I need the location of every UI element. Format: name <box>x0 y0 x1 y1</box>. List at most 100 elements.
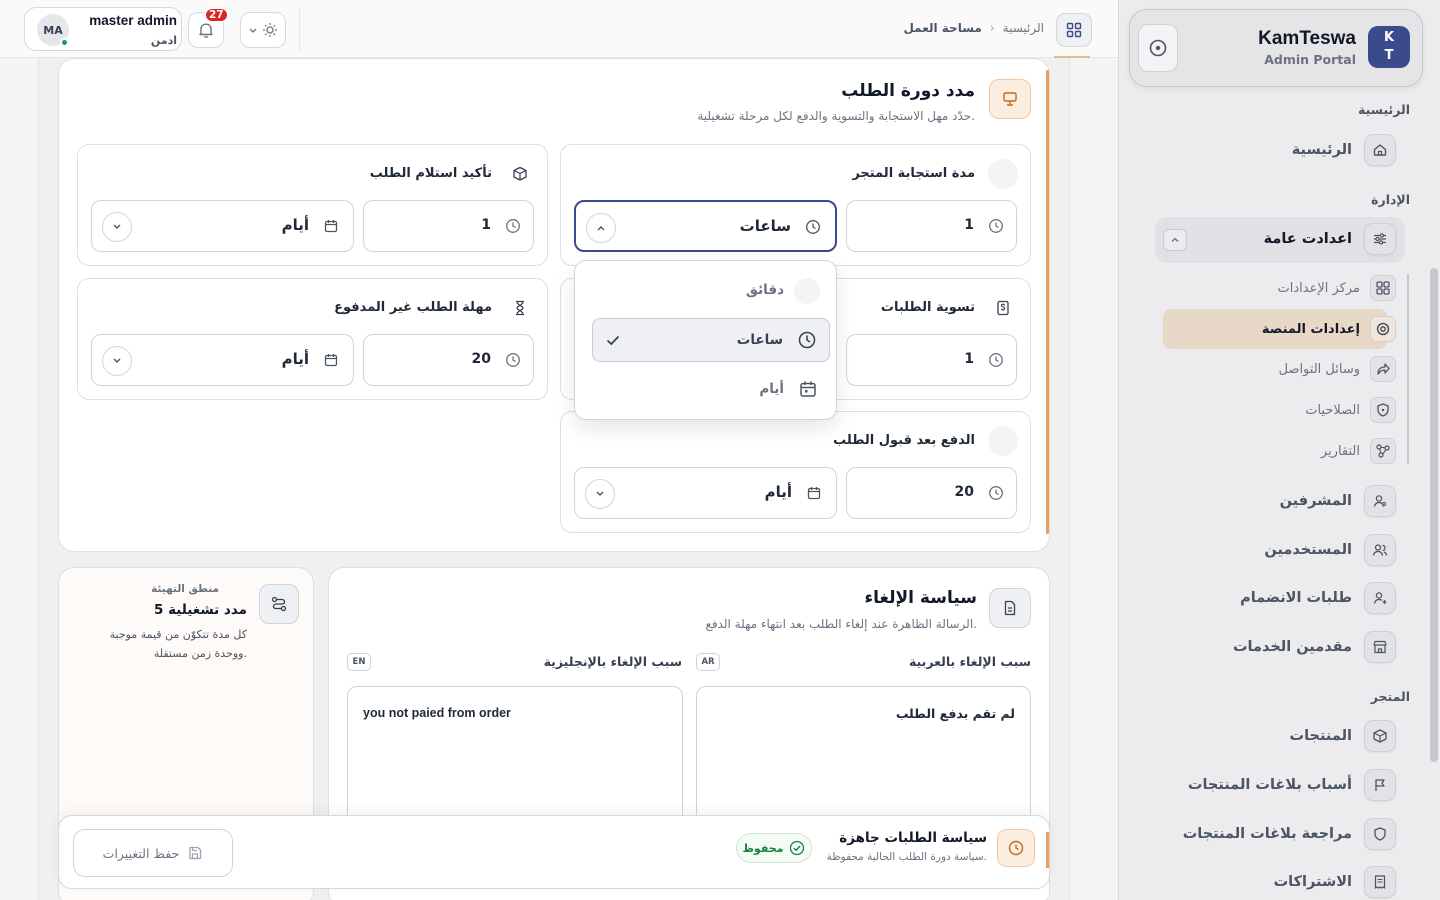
save-changes-button[interactable]: حفظ التغييرات <box>73 829 233 877</box>
sidebar-item-supervisors[interactable]: المشرفين <box>1280 484 1396 518</box>
sidebar-item-label: الرئيسية <box>1291 142 1352 158</box>
breadcrumb-home-link[interactable]: الرئيسية <box>1003 21 1044 35</box>
payment-after-accept-value-input[interactable]: 20 <box>846 467 1017 519</box>
sidebar-item-general-settings[interactable]: اعدادت عامة <box>1264 222 1396 256</box>
online-status-dot <box>60 38 69 47</box>
chevron-down-icon[interactable] <box>102 346 132 376</box>
en-reason-text: you not paied from order <box>363 706 511 720</box>
settlement-value-input[interactable]: 1 <box>846 334 1017 386</box>
notification-count-badge: 27 <box>204 7 229 23</box>
breadcrumb-separator: › <box>989 21 995 35</box>
sidebar-item-label: اعدادت عامة <box>1263 231 1352 247</box>
save-bar-accent <box>1046 832 1049 868</box>
sidebar-item-label: أسباب بلاغات المنتجات <box>1187 777 1352 793</box>
dropdown-option-label: دقائق <box>745 282 784 298</box>
dropdown-option-minutes[interactable]: دقائق <box>592 269 830 313</box>
sidebar-subitem-label: وسائل التواصل <box>1278 361 1360 377</box>
ar-reason-textarea[interactable]: لم تقم بدفع الطلب <box>696 686 1031 836</box>
grid-icon <box>1370 275 1396 301</box>
settings-icon <box>1370 316 1396 342</box>
en-language-tag: EN <box>347 653 371 671</box>
sidebar-subitem-social[interactable]: وسائل التواصل <box>1279 354 1396 384</box>
order-confirm-unit-select[interactable]: أيام <box>91 200 354 252</box>
sidebar-subitem-label: إعدادات المنصة <box>1261 321 1360 337</box>
workspace-button[interactable] <box>1056 13 1092 47</box>
ar-reason-text: لم تقم بدفع الطلب <box>895 706 1015 721</box>
bell-icon <box>197 21 215 39</box>
brand-logo[interactable]: K T <box>1368 26 1410 68</box>
dropdown-option-hours[interactable]: ساعات <box>592 318 830 362</box>
unpaid-grace-title: مهلة الطلب غير المدفوع <box>334 300 492 315</box>
store-response-title: مدة استجابة المتجر <box>852 166 975 181</box>
sidebar-item-label: الاشتراكات <box>1273 874 1352 890</box>
sidebar-scrollbar[interactable] <box>1430 268 1438 762</box>
store-response-value-input[interactable]: 1 <box>846 200 1017 252</box>
sidebar-item-products[interactable]: المنتجات <box>1290 719 1396 753</box>
brand-logo-letter-k: K <box>1383 30 1395 45</box>
money-icon <box>988 293 1018 323</box>
sidebar-item-join-requests[interactable]: طلبات الانضمام <box>1240 581 1396 615</box>
check-circle-icon <box>789 840 805 856</box>
save-icon <box>187 845 203 861</box>
grid-icon <box>1065 21 1083 39</box>
clock-icon <box>988 352 1004 368</box>
logic-desc-line1: كل مدة تتكوّن من قيمة موجبة <box>109 628 247 641</box>
box-icon <box>1364 720 1396 752</box>
chevron-down-icon <box>248 27 258 35</box>
sidebar-item-label: مراجعة بلاغات المنتجات <box>1182 826 1352 842</box>
clock-icon <box>988 218 1004 234</box>
save-bar-subtitle: سياسة دورة الطلب الحالية محفوظة. <box>826 851 987 863</box>
sidebar-subitem-permissions[interactable]: الصلاحيات <box>1305 395 1396 425</box>
sidebar-item-subscriptions[interactable]: الاشتراكات <box>1274 865 1396 899</box>
clock-icon <box>505 218 521 234</box>
receipt-icon <box>1364 866 1396 898</box>
save-changes-label: حفظ التغييرات <box>102 845 180 861</box>
calendar-icon <box>323 352 339 368</box>
clock-icon <box>505 352 521 368</box>
sidebar-toggle-button[interactable] <box>1138 24 1178 72</box>
cancel-policy-subtitle: الرسالة الظاهرة عند إلغاء الطلب بعد انته… <box>705 617 977 631</box>
brand-subtitle: Admin Portal <box>1264 52 1356 67</box>
user-add-icon <box>1364 582 1396 614</box>
store-response-unit-select[interactable]: ساعات <box>574 200 837 252</box>
section-title-store: المتجر <box>1370 689 1410 704</box>
graph-icon <box>1370 438 1396 464</box>
dropdown-option-days[interactable]: أيام <box>592 368 830 412</box>
order-confirm-unit: أيام <box>281 216 309 234</box>
order-confirm-value-input[interactable]: 1 <box>363 200 534 252</box>
sidebar-item-label: المنتجات <box>1289 728 1352 744</box>
sidebar: K T KamTeswa Admin Portal الرئيسية الرئي… <box>1118 0 1440 900</box>
theme-toggle-button[interactable] <box>240 12 286 48</box>
unpaid-grace-unit-select[interactable]: أيام <box>91 334 354 386</box>
sidebar-subitem-reports[interactable]: التقارير <box>1321 436 1396 466</box>
monitor-icon <box>989 79 1031 119</box>
clock-icon <box>988 485 1004 501</box>
sidebar-item-service-providers[interactable]: مقدمين الخدمات <box>1233 630 1396 664</box>
sidebar-item-report-reasons[interactable]: أسباب بلاغات المنتجات <box>1188 768 1396 802</box>
sidebar-item-label: المستخدمين <box>1264 542 1352 558</box>
calendar-icon <box>798 379 818 399</box>
logic-desc-line2: ووحدة زمن مستقلة. <box>153 647 247 660</box>
en-reason-textarea[interactable]: you not paied from order <box>347 686 683 836</box>
sidebar-subitem-settings-center[interactable]: مركز الإعدادات <box>1278 273 1396 303</box>
chevron-up-icon[interactable] <box>1163 229 1187 251</box>
breadcrumb: الرئيسية › مساحة العمل <box>903 21 1044 35</box>
sidebar-subitem-platform-settings[interactable]: إعدادات المنصة <box>1262 314 1396 344</box>
chevron-up-icon[interactable] <box>586 213 616 243</box>
sun-icon <box>262 22 278 38</box>
unpaid-grace-value: 20 <box>471 351 491 367</box>
card-accent-bar <box>1046 70 1049 534</box>
payment-after-accept-unit-select[interactable]: أيام <box>574 467 837 519</box>
save-bar-title: سياسة الطلبات جاهزة <box>839 830 987 846</box>
unpaid-grace-value-input[interactable]: 20 <box>363 334 534 386</box>
chevron-down-icon[interactable] <box>102 212 132 242</box>
sidebar-item-label: مقدمين الخدمات <box>1232 639 1352 655</box>
sidebar-item-home[interactable]: الرئيسية <box>1292 133 1396 167</box>
chevron-down-icon[interactable] <box>585 479 615 509</box>
brand-name: KamTeswa <box>1258 28 1356 49</box>
sidebar-item-users[interactable]: المستخدمين <box>1264 533 1396 567</box>
user-name: master admin <box>89 13 177 28</box>
sidebar-item-report-review[interactable]: مراجعة بلاغات المنتجات <box>1183 817 1396 851</box>
user-menu[interactable]: MA master admin ادمن <box>24 7 182 51</box>
settlement-value: 1 <box>964 351 974 367</box>
